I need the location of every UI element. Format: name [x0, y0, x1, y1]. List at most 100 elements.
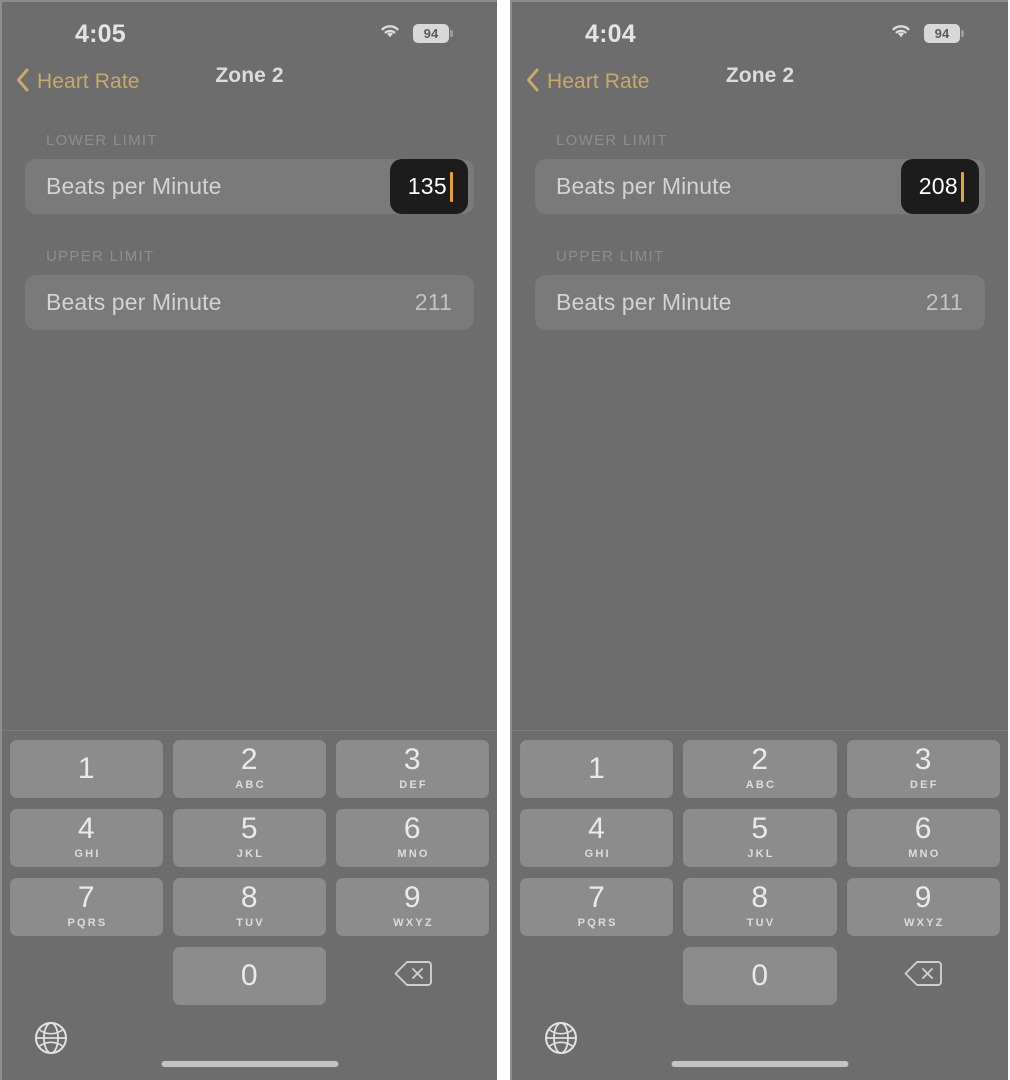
globe-icon — [543, 1022, 579, 1060]
delete-key[interactable] — [847, 947, 1000, 1005]
key-0[interactable]: 0 — [173, 947, 326, 1005]
key-7[interactable]: 7 PQRS — [520, 878, 674, 936]
key-letters: ABC — [235, 779, 266, 791]
section-upper-limit: UPPER LIMIT Beats per Minute 211 — [535, 248, 985, 330]
section-upper-limit: UPPER LIMIT Beats per Minute 211 — [25, 248, 474, 330]
key-1[interactable]: 1 — [520, 740, 674, 798]
key-letters: WXYZ — [393, 917, 434, 929]
home-indicator — [671, 1061, 849, 1067]
key-3[interactable]: 3 DEF — [336, 740, 489, 798]
upper-limit-field[interactable]: Beats per Minute 211 — [535, 275, 985, 330]
key-digit: 8 — [240, 881, 259, 914]
key-2[interactable]: 2 ABC — [683, 740, 837, 798]
key-digit: 7 — [77, 881, 96, 914]
key-letters: MNO — [397, 848, 430, 860]
key-letters: MNO — [908, 848, 941, 860]
key-digit: 0 — [240, 959, 259, 992]
globe-key[interactable] — [543, 1020, 579, 1056]
key-8[interactable]: 8 TUV — [173, 878, 326, 936]
lower-limit-placeholder: Beats per Minute — [556, 173, 732, 199]
lower-limit-placeholder: Beats per Minute — [46, 173, 222, 199]
key-digit: 1 — [77, 752, 96, 785]
page-title: Zone 2 — [725, 64, 795, 87]
key-digit: 6 — [914, 812, 932, 845]
key-5[interactable]: 5 JKL — [683, 809, 837, 867]
key-digit: 9 — [403, 881, 422, 914]
section-lower-limit: LOWER LIMIT Beats per Minute 135 — [25, 132, 474, 214]
globe-icon — [33, 1022, 69, 1060]
key-digit: 7 — [588, 881, 606, 914]
key-4[interactable]: 4 GHI — [10, 809, 163, 867]
section-header-lower-limit: LOWER LIMIT — [556, 132, 668, 149]
key-9[interactable]: 9 WXYZ — [846, 878, 1000, 936]
key-7[interactable]: 7 PQRS — [10, 878, 163, 936]
key-3[interactable]: 3 DEF — [846, 740, 1000, 798]
key-digit: 1 — [588, 752, 606, 785]
key-letters: PQRS — [67, 917, 108, 929]
section-header-upper-limit: UPPER LIMIT — [556, 248, 665, 265]
key-letters: GHI — [584, 848, 611, 860]
key-4[interactable]: 4 GHI — [520, 809, 674, 867]
key-digit: 4 — [588, 812, 606, 845]
key-digit: 2 — [240, 743, 259, 776]
wifi-icon — [378, 22, 402, 45]
key-letters: TUV — [746, 917, 776, 929]
status-indicators: 94 — [889, 22, 964, 45]
delete-backspace-icon — [394, 960, 432, 992]
lower-limit-value-chip[interactable]: 135 — [390, 159, 468, 214]
lower-limit-field[interactable]: Beats per Minute 135 — [25, 159, 474, 214]
status-time: 4:04 — [585, 20, 636, 48]
numeric-keypad: 1 2 ABC 3 DEF 4 GHI 5 JKL 6 MNO 7 PQRS 8… — [512, 730, 1008, 1080]
navigation-bar: Heart Rate Zone 2 — [2, 62, 497, 110]
upper-limit-value: 211 — [925, 289, 963, 315]
key-letters: DEF — [910, 779, 939, 791]
delete-key[interactable] — [336, 947, 489, 1005]
key-blank — [10, 947, 163, 1005]
status-time: 4:05 — [75, 20, 126, 48]
key-2[interactable]: 2 ABC — [173, 740, 326, 798]
key-letters: DEF — [399, 779, 428, 791]
battery-indicator: 94 — [413, 24, 453, 43]
upper-limit-value: 211 — [414, 289, 452, 315]
status-indicators: 94 — [378, 22, 453, 45]
upper-limit-field[interactable]: Beats per Minute 211 — [25, 275, 474, 330]
key-9[interactable]: 9 WXYZ — [336, 878, 489, 936]
key-8[interactable]: 8 TUV — [683, 878, 837, 936]
key-letters: JKL — [236, 848, 265, 860]
key-5[interactable]: 5 JKL — [173, 809, 326, 867]
battery-level: 94 — [934, 26, 950, 41]
key-digit: 6 — [403, 812, 422, 845]
limits-form: LOWER LIMIT Beats per Minute 135 UPPER L… — [2, 132, 497, 330]
key-6[interactable]: 6 MNO — [336, 809, 489, 867]
status-bar: 4:05 94 — [2, 2, 497, 62]
key-letters: WXYZ — [904, 917, 945, 929]
lower-limit-field[interactable]: Beats per Minute 208 — [535, 159, 985, 214]
key-letters: GHI — [74, 848, 101, 860]
key-digit: 2 — [751, 743, 769, 776]
phone-screen-right: 4:04 94 Heart Rate Zone 2 LOWER LIMIT Be… — [510, 0, 1008, 1080]
section-lower-limit: LOWER LIMIT Beats per Minute 208 — [535, 132, 985, 214]
delete-backspace-icon — [904, 960, 943, 992]
lower-limit-value: 208 — [918, 173, 958, 199]
battery-cap — [961, 30, 964, 37]
key-blank — [520, 947, 673, 1005]
key-1[interactable]: 1 — [10, 740, 163, 798]
home-indicator — [161, 1061, 338, 1067]
key-digit: 3 — [914, 743, 932, 776]
battery-level: 94 — [423, 26, 439, 41]
upper-limit-placeholder: Beats per Minute — [556, 289, 732, 315]
lower-limit-value: 135 — [407, 173, 447, 199]
key-letters: TUV — [236, 917, 265, 929]
key-letters: JKL — [747, 848, 775, 860]
key-6[interactable]: 6 MNO — [846, 809, 1000, 867]
upper-limit-placeholder: Beats per Minute — [46, 289, 222, 315]
lower-limit-value-chip[interactable]: 208 — [901, 159, 979, 214]
keypad-bottom-bar — [2, 1010, 497, 1080]
key-digit: 9 — [914, 881, 932, 914]
dual-screenshot-stage: 4:05 94 Heart Rate Zone 2 LOWER LIMIT Be… — [0, 0, 1010, 1080]
keypad-grid: 1 2 ABC 3 DEF 4 GHI 5 JKL 6 MNO 7 PQRS 8… — [2, 734, 497, 1005]
globe-key[interactable] — [33, 1020, 69, 1056]
key-digit: 5 — [751, 812, 769, 845]
key-0[interactable]: 0 — [683, 947, 837, 1005]
text-caret — [961, 171, 964, 202]
